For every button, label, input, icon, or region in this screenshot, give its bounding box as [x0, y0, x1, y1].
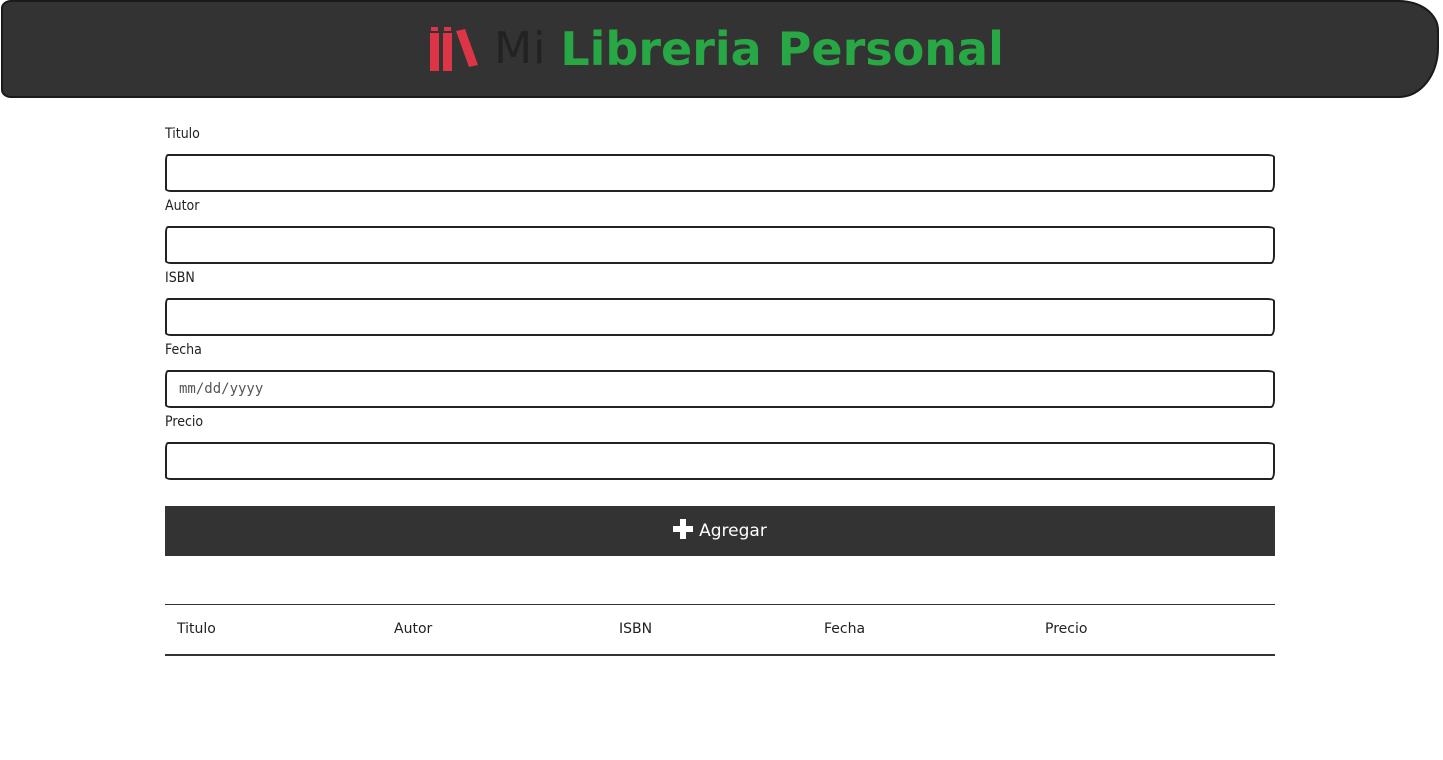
column-header-isbn: ISBN [607, 604, 812, 656]
autor-input[interactable] [165, 226, 1275, 264]
add-button-label: Agregar [699, 521, 767, 541]
plus-icon [673, 519, 694, 539]
precio-label: Precio [165, 414, 204, 430]
brand-title: Libreria Personal [560, 22, 1004, 76]
titulo-input[interactable] [165, 154, 1275, 192]
precio-input[interactable] [165, 442, 1275, 480]
brand-prefix: Mi [494, 23, 547, 74]
app-header: Mi Libreria Personal [1, 0, 1439, 98]
isbn-input[interactable] [165, 298, 1275, 336]
isbn-label: ISBN [165, 270, 195, 286]
books-icon [430, 27, 479, 71]
column-header-fecha: Fecha [812, 604, 1033, 656]
brand: Mi Libreria Personal [430, 19, 1004, 79]
column-header-titulo: Titulo [165, 604, 382, 656]
column-header-autor: Autor [382, 604, 607, 656]
titulo-label: Titulo [165, 126, 200, 142]
book-form: Titulo Autor ISBN Fecha Precio [165, 120, 1275, 480]
table-header-row: Titulo Autor ISBN Fecha Precio [165, 604, 1275, 656]
books-table: Titulo Autor ISBN Fecha Precio [165, 604, 1275, 656]
column-header-precio: Precio [1033, 604, 1275, 656]
fecha-label: Fecha [165, 342, 202, 358]
fecha-input[interactable] [165, 370, 1275, 408]
add-button[interactable]: Agregar [165, 506, 1275, 556]
autor-label: Autor [165, 198, 200, 214]
